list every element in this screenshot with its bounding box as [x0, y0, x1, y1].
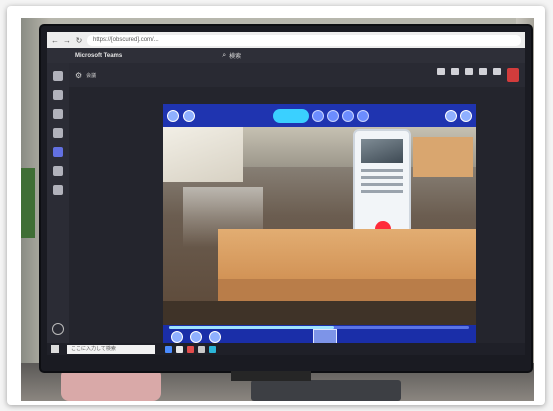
- rail-item-files[interactable]: [53, 166, 63, 177]
- monitor: ← → ↻ https://[obscured].com/... Microso…: [41, 26, 531, 371]
- rail-item-calls[interactable]: [53, 147, 63, 158]
- calendar-icon: [53, 128, 63, 138]
- settings-button[interactable]: [209, 331, 221, 343]
- stop-button[interactable]: [190, 331, 202, 343]
- chat-button[interactable]: [451, 68, 459, 82]
- app-icon[interactable]: [187, 345, 194, 353]
- phone: [353, 129, 411, 241]
- meeting-actions: [437, 68, 519, 82]
- photo-frame: ← → ↻ https://[obscured].com/... Microso…: [7, 6, 545, 405]
- text-line: [361, 176, 403, 179]
- text-line: [361, 183, 403, 186]
- files-icon: [53, 166, 63, 176]
- rail-item-calendar[interactable]: [53, 128, 63, 139]
- cardboard-box: [413, 137, 473, 177]
- participants-button[interactable]: [437, 68, 445, 82]
- app-icon[interactable]: [198, 345, 205, 353]
- phone-image: [361, 139, 403, 163]
- fullscreen-button[interactable]: [460, 109, 472, 122]
- share-top-right: [445, 109, 472, 122]
- windows-icon[interactable]: [51, 345, 59, 353]
- teams-icon: [53, 109, 63, 119]
- app-title: Microsoft Teams: [75, 52, 123, 59]
- gear-icon[interactable]: ⚙: [75, 71, 82, 80]
- wooden-table-front: [218, 279, 476, 301]
- phone-text-lines: [361, 169, 403, 197]
- back-icon[interactable]: ←: [51, 36, 59, 45]
- chat-icon: [53, 90, 63, 100]
- rail-item-apps[interactable]: [53, 185, 63, 196]
- play-button[interactable]: [171, 331, 183, 343]
- pause-button[interactable]: [183, 109, 195, 122]
- shared-screen: [163, 104, 476, 346]
- floor: [163, 301, 476, 325]
- more-button[interactable]: [479, 68, 487, 82]
- back-button[interactable]: [167, 109, 179, 122]
- refresh-icon[interactable]: ↻: [75, 36, 83, 45]
- meeting-header: ⚙ 会議: [69, 63, 525, 87]
- app-header: Microsoft Teams ⌕ 検索: [47, 48, 525, 63]
- camera-view: [163, 127, 476, 325]
- mic-button[interactable]: [493, 68, 501, 82]
- text-line: [361, 190, 403, 193]
- apps-icon: [53, 185, 63, 195]
- marker-icon[interactable]: [327, 109, 339, 122]
- active-tool-button[interactable]: [273, 108, 309, 123]
- white-object: [163, 127, 243, 182]
- app-icon[interactable]: [176, 345, 183, 353]
- tool-group: [273, 108, 369, 123]
- forward-icon[interactable]: →: [63, 36, 71, 45]
- leave-button[interactable]: [507, 68, 519, 82]
- green-object: [21, 168, 35, 238]
- reactions-icon: [465, 68, 473, 75]
- left-rail: [47, 63, 69, 355]
- calls-icon: [53, 147, 63, 157]
- help-icon[interactable]: [52, 323, 64, 335]
- pen-icon[interactable]: [312, 109, 324, 122]
- monitor-screen: ← → ↻ https://[obscured].com/... Microso…: [47, 32, 525, 355]
- rail-item-teams[interactable]: [53, 109, 63, 120]
- keyboard: [251, 380, 401, 401]
- photo: ← → ↻ https://[obscured].com/... Microso…: [21, 18, 534, 401]
- address-bar[interactable]: https://[obscured].com/...: [87, 34, 521, 46]
- people-icon: [437, 68, 445, 75]
- search-label[interactable]: 検索: [229, 51, 241, 60]
- reactions-button[interactable]: [465, 68, 473, 82]
- app-icon[interactable]: [165, 345, 172, 353]
- rail-item-chat[interactable]: [53, 90, 63, 101]
- mic-icon[interactable]: [342, 109, 354, 122]
- text-line: [361, 169, 403, 172]
- share-toolbar: [163, 104, 476, 127]
- chat-icon: [451, 68, 459, 75]
- minimize-button[interactable]: [445, 109, 457, 122]
- more-icon: [479, 68, 487, 75]
- meeting-name: 会議: [86, 72, 97, 79]
- monitor-stand: [231, 371, 311, 381]
- search-icon[interactable]: ⌕: [222, 52, 226, 60]
- taskbar: ここに入力して検索: [47, 343, 525, 355]
- taskbar-search[interactable]: ここに入力して検索: [67, 344, 155, 354]
- pink-object: [61, 368, 161, 401]
- rail-item-activity[interactable]: [53, 71, 63, 82]
- progress-fill: [169, 326, 334, 329]
- activity-icon: [53, 71, 63, 81]
- bottom-controls: [167, 331, 221, 343]
- wooden-table-top: [218, 229, 476, 279]
- taskbar-apps: [165, 345, 216, 353]
- eraser-icon[interactable]: [357, 109, 369, 122]
- app-icon[interactable]: [209, 345, 216, 353]
- mic-icon: [493, 68, 501, 75]
- browser-toolbar: ← → ↻ https://[obscured].com/...: [47, 32, 525, 48]
